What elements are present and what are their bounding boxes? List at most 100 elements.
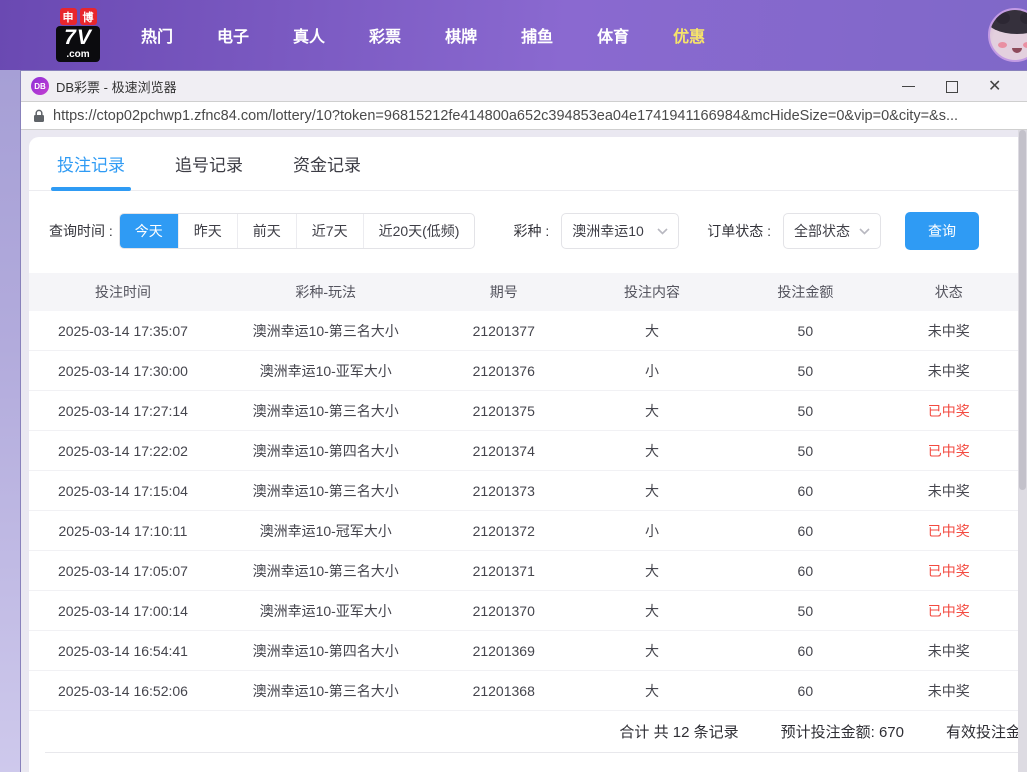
avatar-cheek xyxy=(1023,42,1027,48)
avatar-mouth xyxy=(1012,48,1022,53)
nav-item-lottery[interactable]: 彩票 xyxy=(347,23,423,47)
window-title: DB彩票 - 极速浏览器 xyxy=(56,77,177,96)
browser-app-icon: DB xyxy=(31,77,49,95)
order-status-value: 全部状态 xyxy=(794,221,850,241)
summary-valid: 有效投注金额 xyxy=(946,721,1018,742)
time-option-20days[interactable]: 近20天(低频) xyxy=(363,214,475,248)
search-button[interactable]: 查询 xyxy=(905,212,979,250)
cell-game: 澳洲幸运10-冠军大小 xyxy=(217,521,435,541)
browser-titlebar: DB DB彩票 - 极速浏览器 ✕ xyxy=(21,71,1027,101)
cell-time: 2025-03-14 17:10:11 xyxy=(29,523,217,539)
cell-time: 2025-03-14 17:05:07 xyxy=(29,563,217,579)
cell-issue: 21201368 xyxy=(434,683,572,699)
table-row: 2025-03-14 17:10:11澳洲幸运10-冠军大小21201372小6… xyxy=(29,511,1018,551)
status-filter-label: 订单状态 : xyxy=(707,221,771,241)
cell-content: 大 xyxy=(573,401,731,421)
cell-content: 大 xyxy=(573,481,731,501)
cell-status: 已中奖 xyxy=(880,561,1018,581)
col-header-content: 投注内容 xyxy=(573,282,731,302)
cell-game: 澳洲幸运10-第三名大小 xyxy=(217,681,435,701)
avatar-bun xyxy=(1020,12,1027,24)
cell-issue: 21201371 xyxy=(434,563,572,579)
cell-status: 未中奖 xyxy=(880,481,1018,501)
table-row: 2025-03-14 17:22:02澳洲幸运10-第四名大小21201374大… xyxy=(29,431,1018,471)
cell-game: 澳洲幸运10-第四名大小 xyxy=(217,641,435,661)
cell-amount: 50 xyxy=(731,443,879,459)
col-header-game: 彩种-玩法 xyxy=(217,282,435,302)
table-row: 2025-03-14 17:05:07澳洲幸运10-第三名大小21201371大… xyxy=(29,551,1018,591)
cell-status: 未中奖 xyxy=(880,361,1018,381)
tab-fund-records[interactable]: 资金记录 xyxy=(293,151,361,176)
cell-status: 已中奖 xyxy=(880,521,1018,541)
time-option-today[interactable]: 今天 xyxy=(120,213,178,249)
nav-item-hot[interactable]: 热门 xyxy=(119,23,195,47)
table-row: 2025-03-14 17:00:14澳洲幸运10-亚军大小21201370大5… xyxy=(29,591,1018,631)
cell-game: 澳洲幸运10-第三名大小 xyxy=(217,561,435,581)
chevron-down-icon xyxy=(859,228,870,235)
cell-issue: 21201369 xyxy=(434,643,572,659)
cell-time: 2025-03-14 16:54:41 xyxy=(29,643,217,659)
col-header-status: 状态 xyxy=(880,282,1018,302)
time-range-group: 今天 昨天 前天 近7天 近20天(低频) xyxy=(119,213,476,249)
browser-window: DB DB彩票 - 极速浏览器 ✕ https://ctop02pchwp1.z… xyxy=(20,70,1027,772)
cell-status: 已中奖 xyxy=(880,601,1018,621)
nav-item-fishing[interactable]: 捕鱼 xyxy=(499,23,575,47)
cell-amount: 60 xyxy=(731,563,879,579)
nav-item-promo[interactable]: 优惠 xyxy=(651,23,727,47)
nav-item-live[interactable]: 真人 xyxy=(271,23,347,47)
summary-estimated: 预计投注金额: 670 xyxy=(781,721,904,742)
cell-issue: 21201376 xyxy=(434,363,572,379)
tab-chase-records[interactable]: 追号记录 xyxy=(175,151,243,176)
logo-7v: 7V xyxy=(56,26,100,49)
time-option-yesterday[interactable]: 昨天 xyxy=(178,214,237,248)
cell-time: 2025-03-14 17:35:07 xyxy=(29,323,217,339)
record-tabs: 投注记录 追号记录 资金记录 xyxy=(29,137,1018,191)
cell-amount: 50 xyxy=(731,603,879,619)
user-avatar[interactable] xyxy=(988,8,1027,62)
cell-amount: 50 xyxy=(731,323,879,339)
cell-content: 大 xyxy=(573,681,731,701)
time-option-daybefore[interactable]: 前天 xyxy=(237,214,296,248)
cell-amount: 60 xyxy=(731,483,879,499)
minimize-icon[interactable] xyxy=(902,80,915,93)
time-option-7days[interactable]: 近7天 xyxy=(296,214,363,248)
table-body: 2025-03-14 17:35:07澳洲幸运10-第三名大小21201377大… xyxy=(29,311,1018,711)
content-card: 投注记录 追号记录 资金记录 查询时间 : 今天 昨天 前天 近7天 近20天(… xyxy=(29,137,1018,772)
cell-time: 2025-03-14 17:30:00 xyxy=(29,363,217,379)
table-header: 投注时间 彩种-玩法 期号 投注内容 投注金额 状态 xyxy=(29,273,1018,311)
cell-content: 大 xyxy=(573,441,731,461)
vertical-scrollbar[interactable] xyxy=(1018,130,1027,772)
lock-icon xyxy=(33,109,45,123)
nav-item-slots[interactable]: 电子 xyxy=(195,23,271,47)
scrollbar-thumb[interactable] xyxy=(1019,130,1026,490)
table-summary: 合计 共 12 条记录 预计投注金额: 670 有效投注金额 xyxy=(45,711,1018,753)
cell-game: 澳洲幸运10-第三名大小 xyxy=(217,481,435,501)
nav-item-cards[interactable]: 棋牌 xyxy=(423,23,499,47)
url-bar[interactable]: https://ctop02pchwp1.zfnc84.com/lottery/… xyxy=(21,101,1027,130)
cell-status: 未中奖 xyxy=(880,681,1018,701)
summary-total: 合计 共 12 条记录 xyxy=(619,721,738,742)
cell-time: 2025-03-14 17:00:14 xyxy=(29,603,217,619)
close-icon[interactable]: ✕ xyxy=(988,80,1001,93)
site-nav-items: 热门 电子 真人 彩票 棋牌 捕鱼 体育 优惠 xyxy=(119,23,727,47)
table-row: 2025-03-14 17:15:04澳洲幸运10-第三名大小21201373大… xyxy=(29,471,1018,511)
table-row: 2025-03-14 17:30:00澳洲幸运10-亚军大小21201376小5… xyxy=(29,351,1018,391)
cell-game: 澳洲幸运10-亚军大小 xyxy=(217,361,435,381)
order-status-select[interactable]: 全部状态 xyxy=(783,213,881,249)
cell-game: 澳洲幸运10-第四名大小 xyxy=(217,441,435,461)
tab-bet-records[interactable]: 投注记录 xyxy=(57,151,125,176)
table-row: 2025-03-14 16:52:06澳洲幸运10-第三名大小21201368大… xyxy=(29,671,1018,711)
cell-amount: 50 xyxy=(731,363,879,379)
time-filter-label: 查询时间 : xyxy=(49,221,113,241)
cell-amount: 60 xyxy=(731,683,879,699)
cell-amount: 60 xyxy=(731,643,879,659)
nav-item-sports[interactable]: 体育 xyxy=(575,23,651,47)
lottery-select[interactable]: 澳洲幸运10 xyxy=(561,213,679,249)
site-logo[interactable]: 申 博 7V .com xyxy=(45,8,111,62)
chevron-down-icon xyxy=(657,228,668,235)
window-controls: ✕ xyxy=(902,80,1017,93)
cell-time: 2025-03-14 17:27:14 xyxy=(29,403,217,419)
cell-status: 未中奖 xyxy=(880,641,1018,661)
maximize-icon[interactable] xyxy=(945,80,958,93)
cell-time: 2025-03-14 17:22:02 xyxy=(29,443,217,459)
